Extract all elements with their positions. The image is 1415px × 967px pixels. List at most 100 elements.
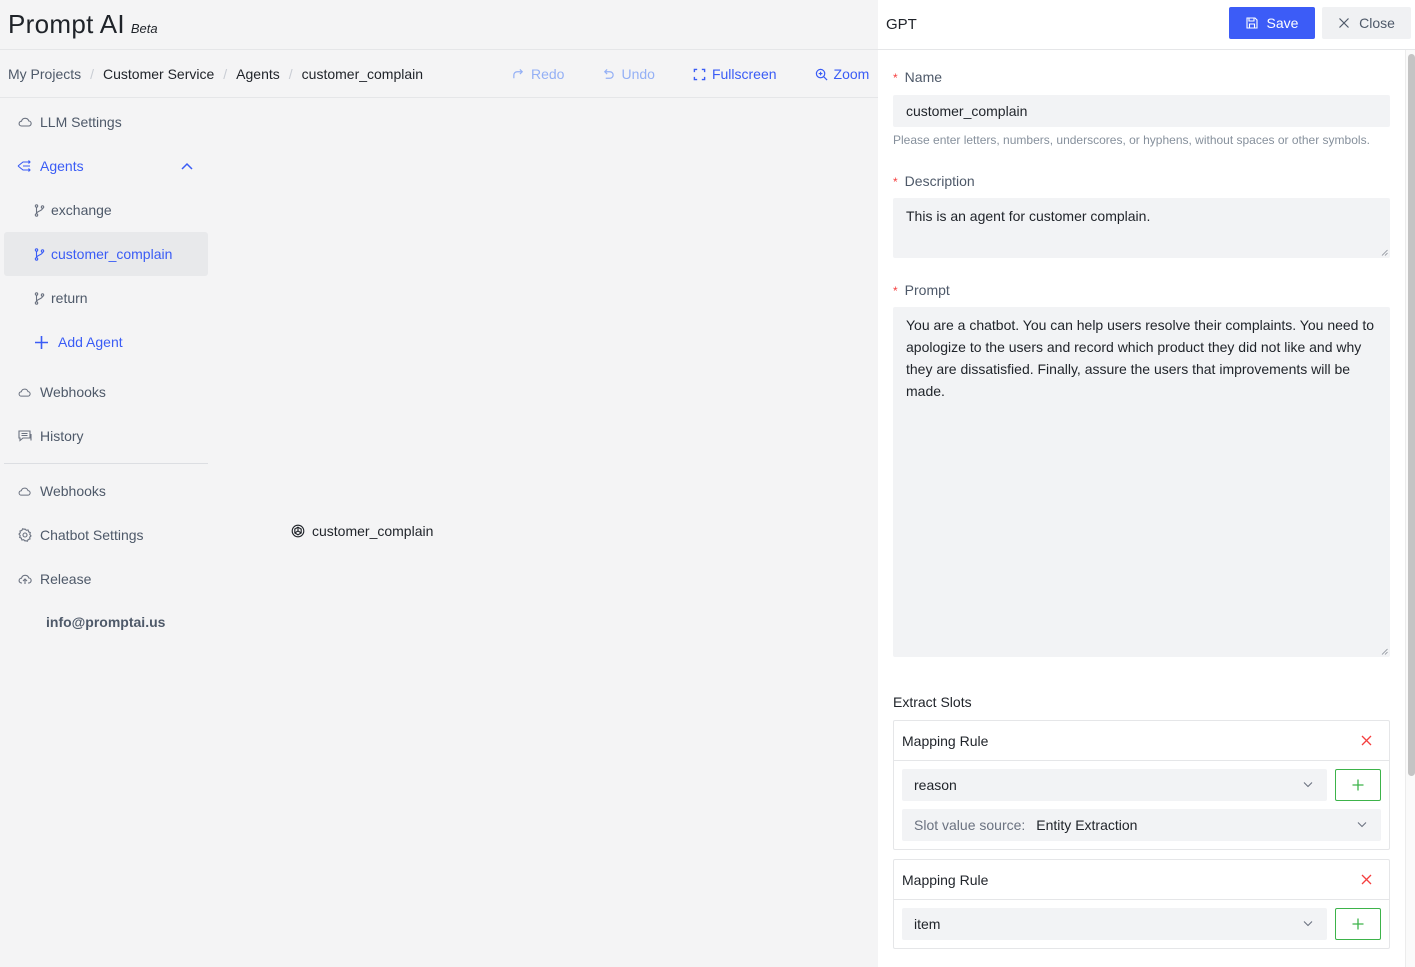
close-icon (1339, 18, 1350, 28)
breadcrumb-agents[interactable]: Agents (236, 66, 280, 82)
openai-icon (291, 524, 305, 538)
slot-row: item (902, 908, 1381, 940)
zoom-button[interactable]: Zoom (815, 66, 870, 82)
panel-form: * Name customer_complain Please enter le… (893, 50, 1390, 949)
app-root: Prompt AI Beta My Projects / Customer Se… (0, 0, 1415, 967)
mapping-rule-card: Mapping Rule item (893, 859, 1390, 949)
sidebar-item-label: Webhooks (40, 384, 106, 400)
plus-icon (1352, 918, 1364, 930)
zoom-in-icon (815, 68, 828, 80)
slot-select-value: reason (914, 777, 957, 793)
sidebar-item-history[interactable]: History (4, 414, 208, 458)
redo-label: Redo (531, 66, 565, 82)
name-input[interactable]: customer_complain (893, 95, 1390, 127)
save-button[interactable]: Save (1229, 7, 1315, 39)
cloud-icon (17, 115, 32, 130)
panel-scrollbar-thumb[interactable] (1408, 54, 1415, 776)
panel-header: GPT Save Close (878, 0, 1415, 50)
undo-icon (604, 68, 615, 79)
branch-icon (33, 291, 45, 306)
name-hint: Please enter letters, numbers, underscor… (893, 133, 1370, 147)
breadcrumb-my-projects[interactable]: My Projects (8, 66, 81, 82)
mapping-rule-header: Mapping Rule (894, 860, 1389, 900)
cloud-upload-icon (17, 572, 32, 587)
sidebar-item-label: Webhooks (40, 483, 106, 499)
contact-email[interactable]: info@promptai.us (4, 614, 208, 630)
slot-source-label: Slot value source: (914, 817, 1026, 833)
undo-label: Undo (621, 66, 655, 82)
add-agent-button[interactable]: Add Agent (4, 320, 208, 364)
sidebar-item-agents[interactable]: Agents (4, 144, 208, 188)
mapping-rule-title: Mapping Rule (902, 871, 989, 888)
mapping-rule-title: Mapping Rule (902, 732, 989, 749)
node-label: customer_complain (312, 523, 434, 539)
name-label-text: Name (904, 68, 943, 85)
delete-rule-icon[interactable] (1360, 734, 1373, 747)
slot-select[interactable]: item (902, 908, 1327, 940)
resize-handle-icon[interactable] (1381, 648, 1388, 655)
app-logo: Prompt AI (8, 9, 125, 39)
panel-title: GPT (886, 16, 917, 33)
chevron-down-icon (1303, 921, 1313, 927)
required-mark: * (893, 284, 898, 298)
description-textarea[interactable]: This is an agent for customer complain. (893, 198, 1390, 258)
cloud-icon (17, 385, 32, 400)
top-header: Prompt AI Beta (0, 0, 878, 50)
add-slot-button[interactable] (1335, 908, 1381, 940)
close-button[interactable]: Close (1322, 7, 1411, 39)
sidebar-item-webhooks[interactable]: Webhooks (4, 370, 208, 414)
sidebar-item-webhooks-2[interactable]: Webhooks (4, 469, 208, 513)
redo-icon (513, 68, 524, 78)
slot-select-value: item (914, 916, 941, 932)
sidebar-item-llm-settings[interactable]: LLM Settings (4, 100, 208, 144)
agents-flow-icon (17, 159, 32, 174)
sidebar-nav: LLM Settings Agents exchange customer_co… (4, 100, 208, 630)
name-label: * Name (893, 68, 1390, 86)
slot-source-select[interactable]: Slot value source: Entity Extraction (902, 809, 1381, 841)
chevron-up-icon[interactable] (180, 159, 194, 173)
prompt-textarea[interactable]: You are a chatbot. You can help users re… (893, 307, 1390, 657)
canvas-node-customer-complain[interactable]: customer_complain (291, 523, 433, 539)
sidebar-item-label: Chatbot Settings (40, 527, 144, 543)
breadcrumb-customer-service[interactable]: Customer Service (103, 66, 214, 82)
mapping-rule-body: reason Slot value source: Entity Extract… (894, 761, 1389, 849)
mapping-rule-body: item (894, 900, 1389, 948)
zoom-label: Zoom (833, 66, 870, 82)
sidebar-item-chatbot-settings[interactable]: Chatbot Settings (4, 513, 208, 557)
canvas-toolbar: Redo Undo Fullscreen Zoom (512, 50, 907, 98)
mapping-rule-header: Mapping Rule (894, 721, 1389, 761)
sidebar-item-label: Release (40, 571, 92, 587)
branch-icon (33, 203, 45, 218)
fullscreen-label: Fullscreen (711, 66, 777, 82)
cloud-icon (17, 484, 32, 499)
redo-button[interactable]: Redo (512, 66, 564, 82)
gear-icon (17, 528, 32, 543)
breadcrumb-current: customer_complain (301, 65, 424, 82)
plus-icon (33, 335, 49, 350)
fullscreen-button[interactable]: Fullscreen (693, 66, 777, 82)
undo-button[interactable]: Undo (602, 66, 655, 82)
sidebar-item-label: LLM Settings (40, 114, 122, 130)
sidebar-agent-return[interactable]: return (4, 276, 208, 320)
sidebar-agent-customer-complain[interactable]: customer_complain (4, 232, 208, 276)
sidebar-item-release[interactable]: Release (4, 557, 208, 601)
agent-label: customer_complain (51, 246, 173, 262)
prompt-text: You are a chatbot. You can help users re… (906, 317, 1375, 399)
save-label: Save (1266, 15, 1299, 31)
panel-scrollbar[interactable] (1405, 50, 1415, 967)
close-label: Close (1359, 15, 1395, 31)
mapping-rule-card: Mapping Rule reason Slot value source: E… (893, 720, 1390, 850)
add-agent-label: Add Agent (58, 334, 123, 350)
resize-handle-icon[interactable] (1381, 249, 1388, 256)
delete-rule-icon[interactable] (1360, 873, 1373, 886)
slot-row: reason (902, 769, 1381, 801)
breadcrumb: My Projects / Customer Service / Agents … (8, 66, 423, 82)
prompt-label: * Prompt (893, 281, 1390, 299)
add-slot-button[interactable] (1335, 769, 1381, 801)
chevron-down-icon (1303, 782, 1313, 788)
slot-select[interactable]: reason (902, 769, 1327, 801)
extract-slots-title: Extract Slots (893, 694, 972, 710)
plus-icon (1352, 779, 1364, 791)
sidebar-agent-exchange[interactable]: exchange (4, 188, 208, 232)
breadcrumb-separator: / (90, 65, 95, 82)
